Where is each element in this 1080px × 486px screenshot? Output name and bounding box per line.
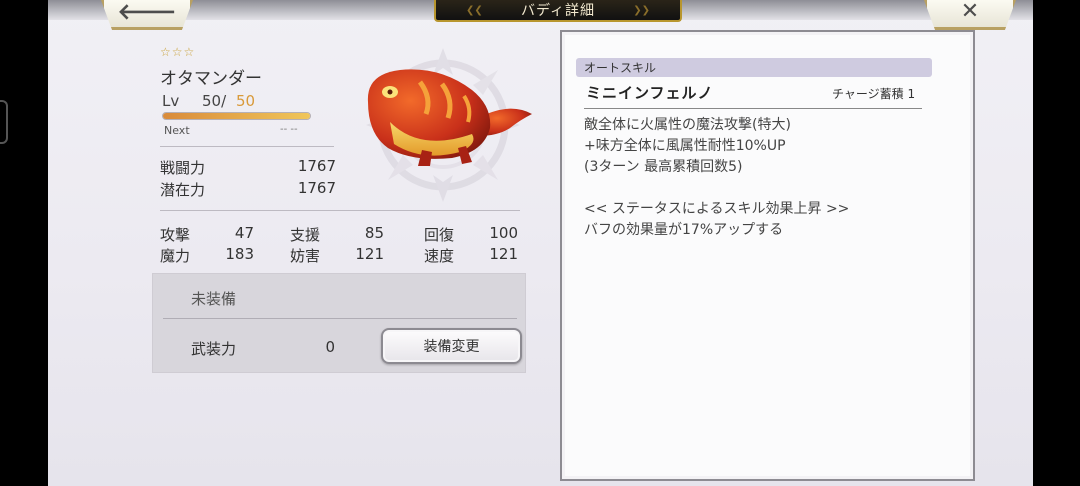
description-line: (3ターン 最高累積回数5) — [584, 159, 743, 175]
stat-label: 攻撃 — [160, 226, 191, 244]
divider — [160, 210, 520, 211]
back-button[interactable]: 🡐 — [101, 0, 193, 30]
description-line: << ステータスによるスキル効果上昇 >> — [584, 201, 850, 217]
next-value: -- -- — [280, 124, 298, 135]
stat-value: 100 — [489, 224, 518, 242]
combat-power-label: 戦闘力 — [160, 159, 206, 177]
buddy-portrait — [367, 69, 532, 166]
potential-label: 潜在力 — [160, 181, 206, 199]
next-label: Next — [164, 124, 190, 137]
page-title: バディ詳細 — [520, 3, 596, 19]
title-ornament-left-icon: ❮❮ — [466, 5, 483, 16]
exp-bar-fill — [163, 113, 310, 119]
arrow-left-icon: 🡐 — [117, 0, 177, 25]
combat-power-value: 1767 — [297, 157, 336, 175]
armor-label: 武装力 — [191, 340, 237, 358]
equipment-box: 未装備 武装力 0 装備変更 — [152, 273, 526, 373]
divider — [160, 146, 334, 147]
description-line: +味方全体に風属性耐性10%UP — [584, 138, 786, 154]
description-line: バフの効果量が17%アップする — [584, 222, 784, 238]
description-line: 敵全体に火属性の魔法攻撃(特大) — [584, 117, 791, 133]
close-x-icon: ✕ — [960, 0, 980, 24]
armor-value: 0 — [325, 338, 335, 356]
skill-name: ミニインフェルノ — [586, 84, 714, 102]
stat-value: 183 — [225, 245, 254, 263]
exp-bar — [162, 112, 311, 120]
level-max: 50 — [236, 92, 256, 110]
level-label: Lv — [162, 92, 180, 110]
stat-value: 47 — [234, 224, 254, 242]
rarity-stars: ☆☆☆ — [160, 45, 196, 59]
skill-section-label: オートスキル — [584, 61, 657, 75]
stat-label: 妨害 — [290, 247, 321, 265]
stat-value: 85 — [364, 224, 384, 242]
title-ornament-right-icon: ❯❯ — [633, 5, 650, 16]
stat-label: 魔力 — [160, 247, 191, 265]
charge-count: チャージ蓄積 1 — [832, 87, 916, 101]
skill-section-header: オートスキル — [576, 58, 932, 77]
potential-value: 1767 — [297, 179, 336, 197]
change-equipment-button[interactable]: 装備変更 — [381, 328, 522, 364]
skill-panel: オートスキル ミニインフェルノ チャージ蓄積 1 敵全体に火属性の魔法攻撃(特大… — [560, 30, 975, 481]
divider — [584, 108, 922, 109]
skill-description: 敵全体に火属性の魔法攻撃(特大) +味方全体に風属性耐性10%UP (3ターン … — [584, 115, 944, 241]
title-plate: ❮❮ バディ詳細 ❯❯ — [434, 0, 682, 22]
stat-value: 121 — [489, 245, 518, 263]
close-button[interactable]: ✕ — [924, 0, 1016, 30]
stat-label: 速度 — [424, 247, 455, 265]
buddy-name: オタマンダー — [160, 69, 262, 89]
divider — [163, 318, 517, 319]
equipment-status: 未装備 — [191, 290, 237, 308]
stat-label: 支援 — [290, 226, 321, 244]
stat-value: 121 — [355, 245, 384, 263]
side-handle — [0, 100, 8, 144]
game-screen: 🡐 ✕ ❮❮ バディ詳細 ❯❯ ☆☆☆ オタマンダー Lv 50/ 50 Nex… — [0, 0, 1080, 486]
description-line — [584, 178, 944, 199]
level-current: 50/ — [202, 92, 227, 110]
stat-label: 回復 — [424, 226, 455, 244]
